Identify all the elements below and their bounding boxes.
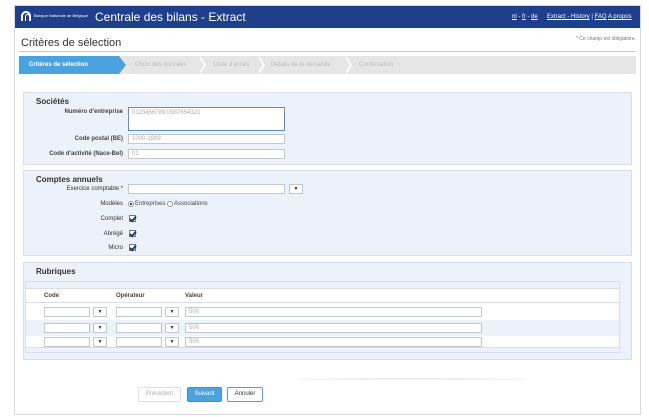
exercise-label: Exercice comptable * [66, 186, 123, 192]
operator-input[interactable] [116, 337, 162, 347]
code-input[interactable] [44, 337, 90, 347]
operator-dropdown-button[interactable]: ▼ [165, 323, 179, 333]
models-label: Modèles [100, 201, 123, 207]
model-associations-label: Associations [174, 201, 208, 207]
previous-button[interactable]: Précédent [138, 387, 181, 402]
app-window: Banque Nationale de Belgique Centrale de… [14, 5, 641, 415]
title-divider [19, 51, 636, 52]
code-input[interactable] [44, 307, 90, 317]
exercise-input[interactable] [128, 184, 285, 194]
value-input[interactable]: 500 [185, 337, 482, 347]
step-request-details: Détails de la demande [271, 62, 331, 68]
column-header-code: Code [44, 293, 59, 299]
code-input[interactable] [44, 323, 90, 333]
societes-panel: Sociétés Numéro d'entreprise 0123456789;… [23, 92, 632, 165]
active-step-arrow [119, 56, 126, 74]
lang-de-link[interactable]: de [531, 14, 538, 20]
logo-text: Banque Nationale de Belgique [34, 13, 89, 18]
societes-title: Sociétés [36, 97, 69, 106]
micro-checkbox[interactable] [129, 244, 136, 251]
model-entreprises-radio[interactable] [128, 201, 134, 207]
code-dropdown-button[interactable]: ▼ [93, 307, 107, 317]
language-switcher: nl - fr - de [512, 14, 538, 20]
required-note: * Ce champ est obligatoire. [575, 36, 636, 42]
column-header-value: Valeur [185, 293, 204, 299]
complet-checkbox[interactable] [129, 215, 136, 222]
page-title: Critères de sélection [21, 37, 122, 49]
cancel-button[interactable]: Annuler [227, 387, 263, 402]
operator-dropdown-button[interactable]: ▼ [165, 337, 179, 347]
enterprise-number-label: Numéro d'entreprise [64, 109, 123, 115]
next-button[interactable]: Suivant [187, 387, 222, 402]
model-associations-radio[interactable] [167, 201, 173, 207]
postal-code-label: Code postal (BE) [74, 136, 123, 142]
value-input[interactable]: 500 [185, 323, 482, 333]
operator-input[interactable] [116, 323, 162, 333]
comptes-title: Comptes annuels [36, 175, 103, 184]
step-separator-inner [257, 56, 263, 74]
step-access-code: Code d'accès [213, 62, 250, 68]
step-criteria[interactable]: Critères de sélection [29, 56, 88, 74]
about-link[interactable]: A propos [608, 14, 632, 20]
table-top-band [26, 282, 619, 289]
enterprise-number-input[interactable]: 0123456789;0987654321 [128, 107, 285, 131]
top-bar: Banque Nationale de Belgique Centrale de… [15, 6, 640, 28]
comptes-panel: Comptes annuels Exercice comptable * ▼ M… [23, 170, 632, 256]
abrege-label: Abrégé [103, 231, 123, 237]
operator-input[interactable] [116, 307, 162, 317]
top-links: Extract - History | FAQ A propos [547, 14, 632, 20]
abrege-checkbox[interactable] [129, 230, 136, 237]
code-dropdown-button[interactable]: ▼ [93, 337, 107, 347]
column-header-operator: Opérateur [116, 293, 145, 299]
value-input[interactable]: 500 [185, 307, 482, 317]
step-separator-inner [198, 56, 204, 74]
faq-link[interactable]: FAQ [595, 14, 607, 20]
table-header-divider [26, 302, 619, 303]
bank-logo[interactable]: Banque Nationale de Belgique [21, 11, 88, 23]
micro-label: Micro [108, 245, 123, 251]
app-title: Centrale des bilans - Extract [95, 10, 246, 24]
model-entreprises-label: Entreprises [135, 201, 166, 207]
operator-dropdown-button[interactable]: ▼ [165, 307, 179, 317]
nace-code-label: Code d'activité (Nace-Bel) [49, 151, 123, 157]
nace-code-input[interactable]: 01 [128, 149, 285, 159]
step-confirmation: Confirmation [359, 62, 394, 68]
history-link[interactable]: Extract - History [547, 14, 590, 20]
step-separator-inner [344, 56, 350, 74]
logo-inner-arch-icon [25, 14, 30, 21]
complet-label: Complet [100, 216, 123, 222]
table-row: ▼ ▼ 500 [26, 304, 619, 320]
rubriques-table: Code Opérateur Valeur ▼ ▼ 500 ▼ ▼ 500 ▼ … [25, 281, 620, 353]
table-footer-band [26, 347, 619, 352]
step-data-choice: Choix des données [135, 62, 187, 68]
section-shadow-divider [297, 378, 527, 381]
table-row: ▼ ▼ 500 [26, 320, 619, 336]
rubriques-title: Rubriques [36, 267, 76, 276]
code-dropdown-button[interactable]: ▼ [93, 323, 107, 333]
postal-code-input[interactable]: 1000-1999 [128, 134, 285, 144]
exercise-dropdown-button[interactable]: ▼ [289, 184, 303, 194]
wizard-steps: Critères de sélection Choix des données … [19, 56, 636, 74]
